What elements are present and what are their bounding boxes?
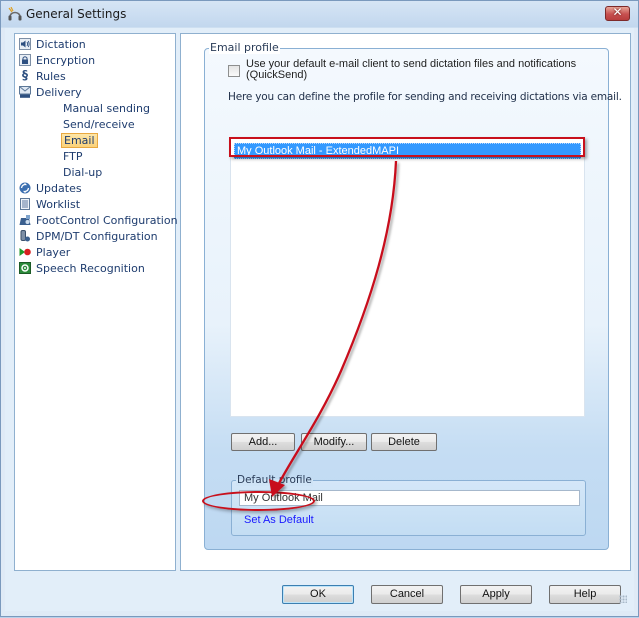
tree-item-label: FTP	[63, 150, 83, 163]
ok-button[interactable]: OK	[282, 585, 354, 604]
default-profile-group: Default profile My Outlook Mail Set As D…	[231, 474, 586, 536]
player-icon	[19, 248, 31, 256]
tree-item-label: Delivery	[36, 86, 82, 99]
tree-item-label: Worklist	[36, 198, 81, 211]
profile-listbox[interactable]: My Outlook Mail - ExtendedMAPI	[230, 137, 585, 417]
email-settings-panel: Email profile Use your default e-mail cl…	[180, 33, 631, 571]
headset-app-icon	[8, 7, 22, 21]
window-title: General Settings	[26, 7, 127, 21]
footcontrol-icon	[19, 215, 31, 225]
dialog-client-area: Dictation Encryption § Rules Delivery Ma…	[5, 28, 634, 611]
quicksend-label[interactable]: Use your default e-mail client to send d…	[246, 59, 596, 81]
close-icon: ✕	[612, 5, 623, 19]
worklist-icon	[20, 198, 30, 210]
tree-item-label: Manual sending	[63, 102, 150, 115]
settings-tree: Dictation Encryption § Rules Delivery Ma…	[14, 33, 178, 571]
delivery-ftp-icon	[19, 86, 31, 98]
resize-grip[interactable]	[619, 595, 627, 603]
default-profile-field[interactable]: My Outlook Mail	[239, 490, 580, 506]
tree-item-label: Email	[61, 133, 98, 148]
title-bar[interactable]: General Settings ✕	[1, 1, 638, 27]
add-profile-button[interactable]: Add...	[231, 433, 295, 451]
general-settings-window: General Settings ✕ Dictation Encryption …	[0, 0, 639, 617]
tree-item-label: Dictation	[36, 38, 86, 51]
close-button[interactable]: ✕	[605, 5, 630, 21]
tree-item-label: Encryption	[36, 54, 96, 67]
set-as-default-link[interactable]: Set As Default	[244, 514, 314, 526]
tree-item-label: Updates	[36, 182, 82, 195]
help-button[interactable]: Help	[549, 585, 621, 604]
tree-item-label: Rules	[36, 70, 66, 83]
default-profile-legend: Default profile	[236, 474, 313, 486]
delete-profile-button[interactable]: Delete	[371, 433, 437, 451]
modify-profile-button[interactable]: Modify...	[301, 433, 367, 451]
tree-item-label: Dial-up	[63, 166, 103, 179]
profile-list-item[interactable]: My Outlook Mail - ExtendedMAPI	[234, 143, 581, 159]
tree-item-label: DPM/DT Configuration	[36, 230, 158, 243]
lock-icon	[19, 54, 31, 66]
speech-recognition-icon	[19, 262, 31, 274]
quicksend-checkbox[interactable]	[228, 65, 240, 77]
tree-item-label: Player	[36, 246, 71, 259]
section-sign-icon: §	[22, 68, 28, 82]
updates-globe-icon	[19, 182, 31, 194]
email-profile-group: Email profile Use your default e-mail cl…	[204, 42, 622, 550]
email-profile-legend: Email profile	[209, 41, 280, 54]
tree-item-label: FootControl Configuration	[36, 214, 178, 227]
speaker-icon	[19, 38, 31, 50]
device-icon	[20, 230, 30, 242]
tree-item-label: Send/receive	[63, 118, 135, 131]
profile-hint-text: Here you can define the profile for send…	[228, 91, 622, 103]
tree-item-label: Speech Recognition	[36, 262, 145, 275]
apply-button[interactable]: Apply	[460, 585, 532, 604]
cancel-button[interactable]: Cancel	[371, 585, 443, 604]
